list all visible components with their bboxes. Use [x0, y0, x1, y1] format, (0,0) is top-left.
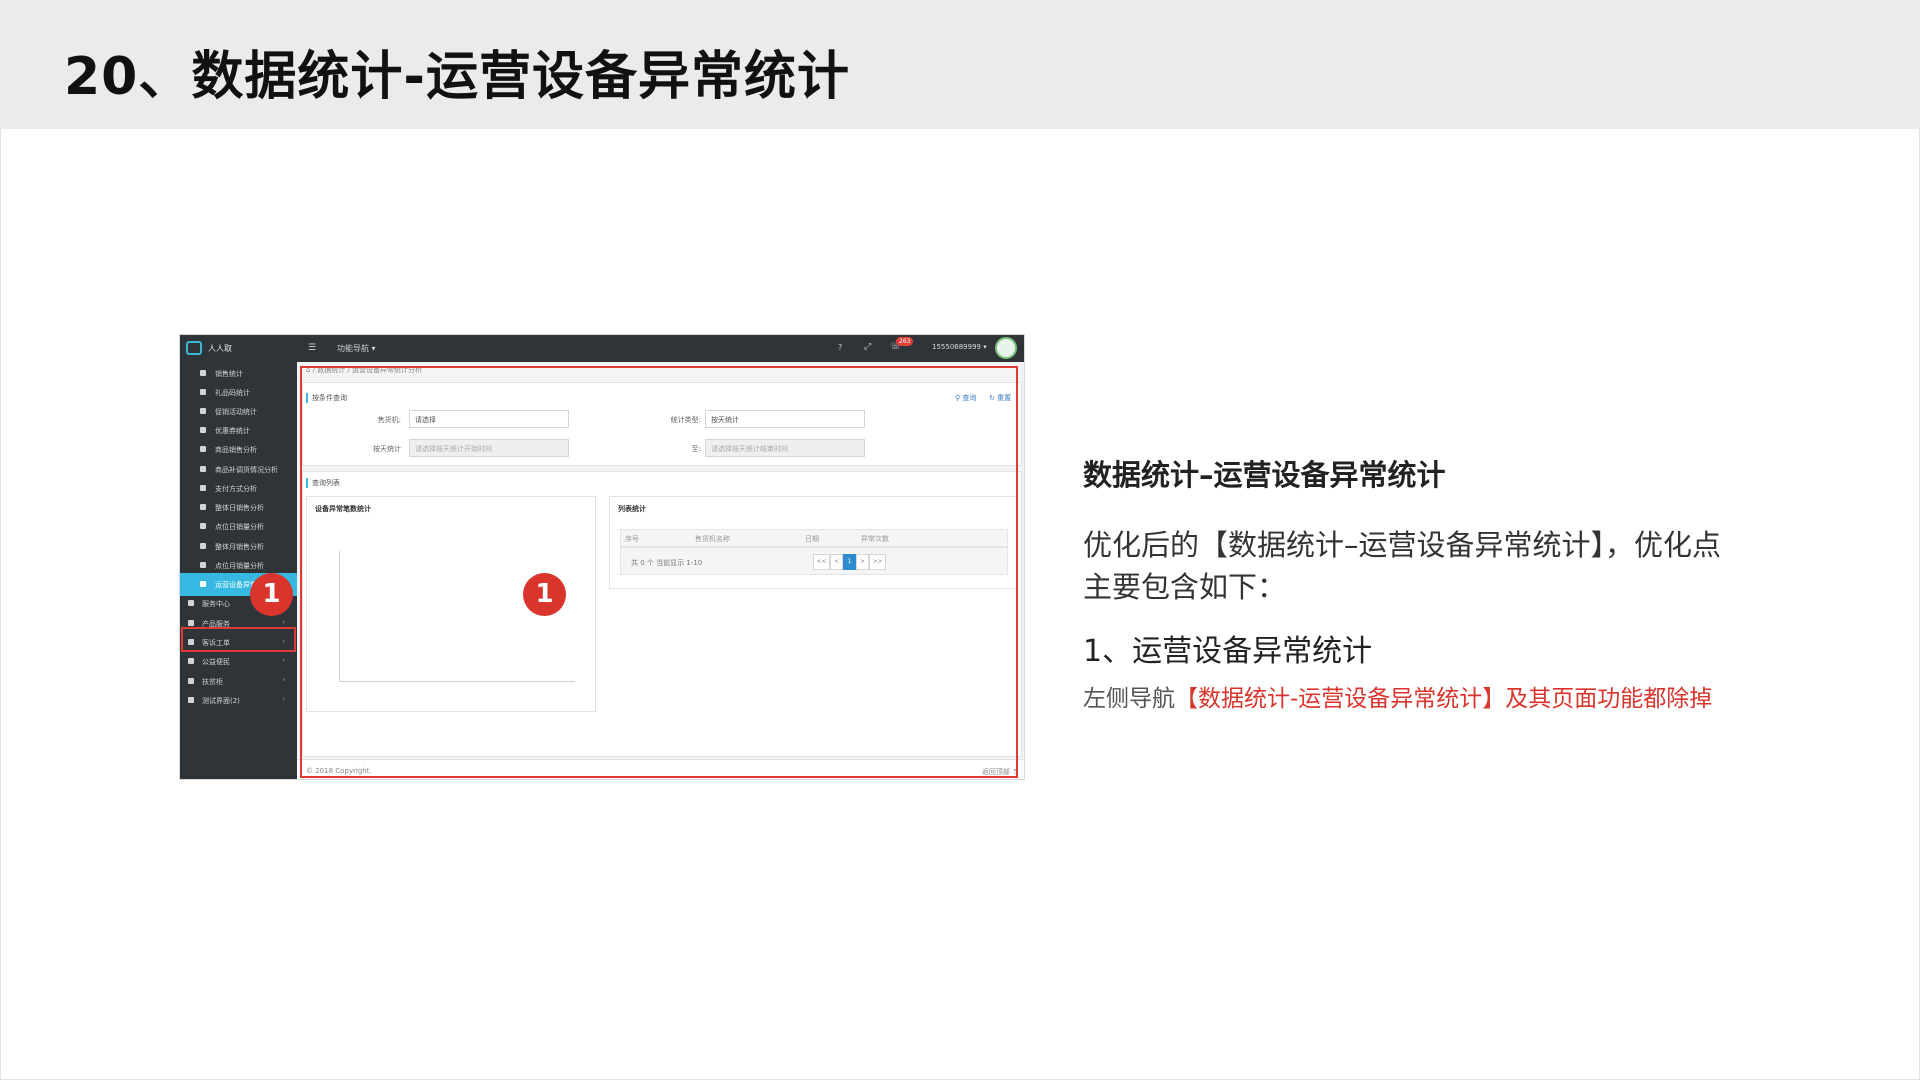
highlight-outline-content [300, 366, 1018, 778]
pie-chart-icon [200, 446, 206, 452]
brand-name: 人人取 [208, 344, 232, 353]
gift-icon [200, 389, 206, 395]
chevron-right-icon: › [282, 676, 285, 684]
annotation-marker-content: 1 [523, 573, 566, 616]
chart-icon [200, 370, 206, 376]
headset-icon [188, 600, 194, 606]
highlight-outline-sidebar [181, 627, 296, 652]
chevron-right-icon: › [282, 618, 285, 626]
logo-icon [186, 341, 202, 355]
chevron-right-icon: › [282, 656, 285, 664]
info-description: 左侧导航【数据统计-运营设备异常统计】及其页面功能都除掉 [1083, 679, 1712, 713]
sidebar: 销售统计 礼品码统计 促销活动统计 优惠券统计 商品销售分析 商品补调货情况分析… [180, 362, 297, 779]
info-desc-prefix: 左侧导航 [1083, 686, 1175, 712]
slide-header: 20、数据统计-运营设备异常统计 [0, 0, 1920, 129]
product-icon [188, 620, 194, 626]
bar-chart-icon [200, 504, 206, 510]
avatar[interactable] [995, 337, 1017, 359]
test-icon [188, 697, 194, 703]
user-menu[interactable]: 15550689999 ▾ [932, 343, 987, 351]
slide-title: 20、数据统计-运营设备异常统计 [64, 47, 850, 107]
yen-icon [200, 485, 206, 491]
info-intro: 优化后的【数据统计–运营设备异常统计】，优化点主要包含如下： [1083, 528, 1722, 604]
promotion-icon [200, 408, 206, 414]
annotation-marker-sidebar: 1 [250, 573, 293, 616]
line-chart-icon [200, 523, 206, 529]
pie-chart-icon [200, 562, 206, 568]
area-chart-icon [200, 543, 206, 549]
info-heading: 数据统计–运营设备异常统计 [1083, 458, 1446, 492]
sidebar-group-test-page[interactable]: 测试界面(2) › [180, 689, 297, 712]
info-item: 1、运营设备异常统计 [1083, 634, 1373, 669]
fullscreen-icon[interactable]: ⤢ [864, 342, 871, 352]
chevron-right-icon: › [282, 695, 285, 703]
function-nav-dropdown[interactable]: 功能导航 ▾ [337, 343, 376, 354]
help-icon[interactable]: ? [838, 343, 842, 352]
info-desc-highlight: 【数据统计-运营设备异常统计】及其页面功能都除掉 [1175, 686, 1713, 712]
area-chart-icon [200, 466, 206, 472]
coupon-icon [200, 427, 206, 433]
file-icon [200, 581, 206, 587]
notification-badge: 263 [896, 337, 914, 346]
welfare-icon [188, 658, 194, 664]
top-navbar: 人人取 ☰ 功能导航 ▾ ? ⤢ ☏ 263 15550689999 ▾ [180, 335, 1024, 362]
menu-toggle-icon[interactable]: ☰ [308, 343, 316, 353]
users-icon [188, 678, 194, 684]
ui-screenshot: 人人取 ☰ 功能导航 ▾ ? ⤢ ☏ 263 15550689999 ▾ 销售统… [179, 334, 1025, 780]
